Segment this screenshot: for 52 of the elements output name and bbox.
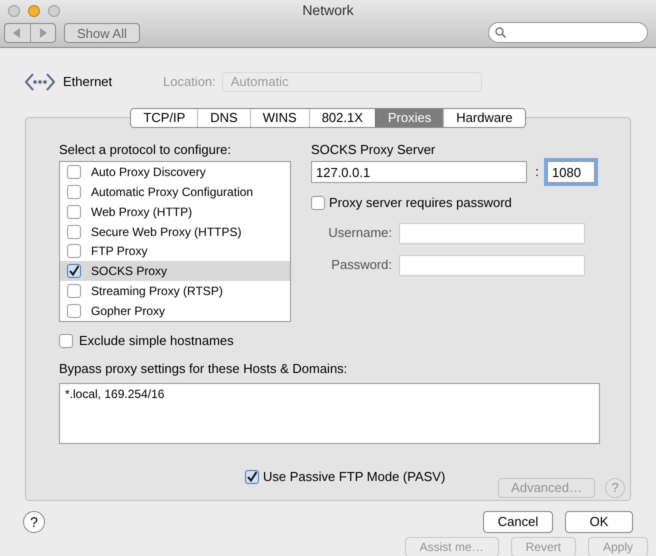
username-label: Username: <box>327 224 393 242</box>
location-label: Location: <box>163 73 216 92</box>
tab[interactable]: Proxies <box>374 109 444 127</box>
window-title: Network <box>302 1 354 20</box>
protocol-checkbox[interactable] <box>67 204 81 219</box>
exclude-hostnames-label: Exclude simple hostnames <box>79 332 234 350</box>
protocol-label: Gopher Proxy <box>91 303 166 320</box>
protocols-label: Select a protocol to configure: <box>59 142 232 158</box>
bypass-label: Bypass proxy settings for these Hosts & Domains: <box>59 360 348 376</box>
protocol-checkbox[interactable] <box>67 244 81 258</box>
ethernet-icon <box>25 73 55 91</box>
protocol-label: Streaming Proxy (RTSP) <box>91 283 223 300</box>
protocol-label: FTP Proxy <box>91 243 148 260</box>
protocol-label: Automatic Proxy Configuration <box>91 184 254 201</box>
close-button[interactable] <box>8 5 20 17</box>
protocol-row[interactable]: FTP Proxy <box>60 242 290 262</box>
port-field[interactable]: 1080 <box>547 161 595 183</box>
password-label: Password: <box>330 256 393 274</box>
socks-server-label: SOCKS Proxy Server <box>311 142 436 158</box>
protocol-checkbox[interactable] <box>67 164 81 179</box>
protocol-checkbox[interactable] <box>67 264 81 278</box>
protocol-checkbox[interactable] <box>67 224 81 239</box>
password-required-checkbox[interactable] <box>311 196 325 210</box>
passive-ftp-label: Use Passive FTP Mode (PASV) <box>263 468 446 486</box>
port-separator: : <box>534 163 540 182</box>
bypass-text-area[interactable]: *.local, 169.254/16 <box>59 382 600 444</box>
exclude-hostnames-checkbox[interactable] <box>59 334 73 348</box>
protocol-label: Secure Web Proxy (HTTPS) <box>91 224 242 241</box>
passive-ftp-checkbox[interactable] <box>245 470 259 484</box>
ok-button[interactable]: OK <box>565 511 633 533</box>
password-required-label: Proxy server requires password <box>329 194 512 212</box>
protocol-label: Auto Proxy Discovery <box>91 164 206 181</box>
back-arrow-icon <box>13 28 22 38</box>
show-all-button[interactable]: Show All <box>64 22 140 42</box>
protocol-row[interactable]: SOCKS Proxy <box>60 261 290 282</box>
search-icon <box>495 27 506 38</box>
cancel-button[interactable]: Cancel <box>483 511 553 533</box>
host-field[interactable]: 127.0.0.1 <box>311 161 527 183</box>
protocol-label: Web Proxy (HTTP) <box>91 204 192 221</box>
help-button[interactable]: ? <box>23 511 45 533</box>
zoom-button[interactable] <box>48 5 60 17</box>
username-field[interactable] <box>399 222 585 244</box>
minimize-button[interactable] <box>28 5 40 17</box>
protocol-checkbox[interactable] <box>67 184 81 199</box>
forward-arrow-icon <box>38 28 47 38</box>
protocol-checkbox[interactable] <box>67 284 81 298</box>
search-field[interactable] <box>488 22 648 43</box>
protocol-label: SOCKS Proxy <box>91 263 168 280</box>
protocol-checkbox[interactable] <box>67 304 81 318</box>
service-name: Ethernet <box>63 73 114 92</box>
tab[interactable]: Hardware <box>443 109 525 127</box>
password-field[interactable] <box>399 254 585 276</box>
